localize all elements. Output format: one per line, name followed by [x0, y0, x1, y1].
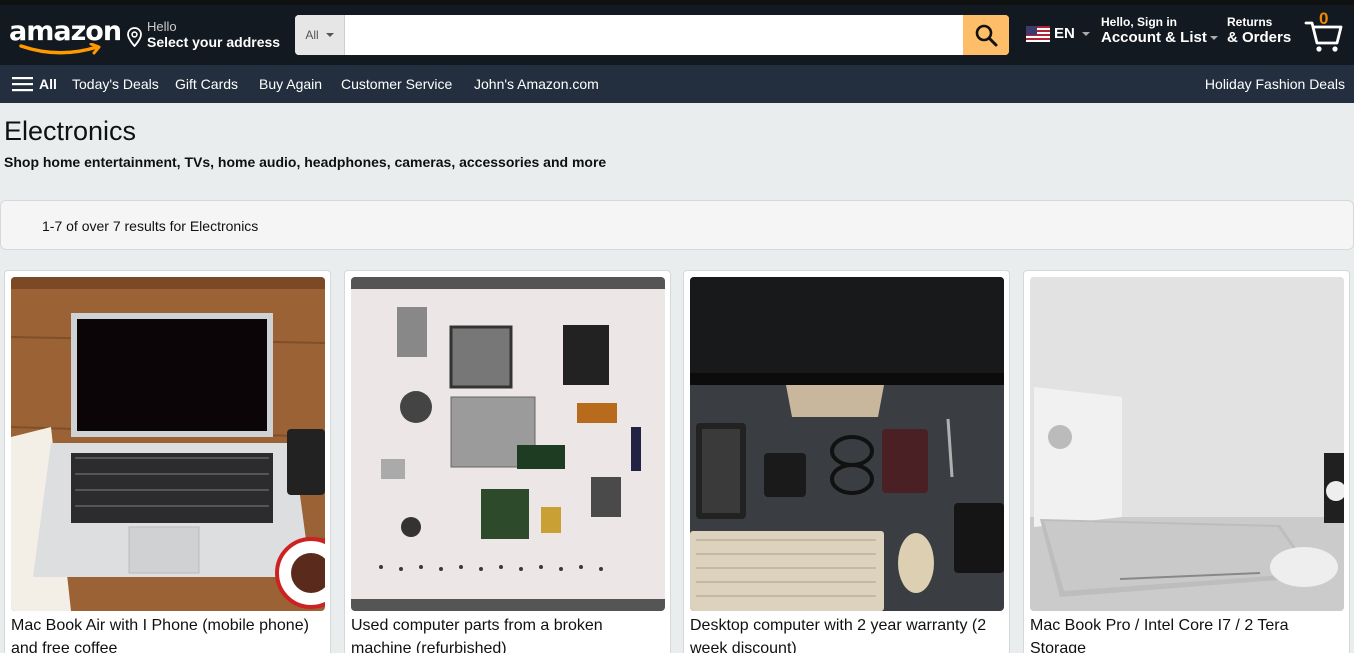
location-pin-icon: [127, 27, 142, 47]
chevron-down-icon: [325, 33, 334, 37]
results-bar: 1-7 of over 7 results for Electronics: [0, 200, 1354, 250]
account-greeting: Hello, Sign in: [1101, 15, 1178, 29]
nav-item-holiday-fashion-deals[interactable]: Holiday Fashion Deals: [1205, 76, 1345, 92]
product-card[interactable]: Desktop computer with 2 year warranty (2…: [683, 270, 1010, 653]
us-flag-icon: [1026, 25, 1050, 42]
product-image[interactable]: [351, 277, 665, 611]
nav-all-label: All: [39, 76, 57, 92]
product-title[interactable]: Desktop computer with 2 year warranty (2…: [690, 614, 1004, 653]
product-title[interactable]: Mac Book Pro / Intel Core I7 / 2 Tera St…: [1030, 614, 1344, 653]
search-bar: All: [295, 15, 1009, 55]
address-select: Select your address: [147, 34, 281, 50]
search-input[interactable]: [345, 15, 963, 55]
chevron-down-icon: [1081, 31, 1090, 36]
product-card[interactable]: Mac Book Pro / Intel Core I7 / 2 Tera St…: [1023, 270, 1350, 653]
language-label: EN: [1054, 25, 1075, 42]
search-button[interactable]: [963, 15, 1009, 55]
results-count: 1-7 of over 7 results for Electronics: [42, 218, 259, 234]
nav-item-buy-again[interactable]: Buy Again: [259, 76, 322, 92]
account-menu[interactable]: Hello, Sign in Account & List: [1101, 15, 1218, 46]
product-title[interactable]: Mac Book Air with I Phone (mobile phone)…: [11, 614, 325, 653]
address-hello: Hello: [147, 19, 177, 34]
orders-label: & Orders: [1227, 29, 1292, 46]
product-card[interactable]: Used computer parts from a broken machin…: [344, 270, 671, 653]
page-title: Electronics: [4, 116, 137, 146]
returns-label: Returns: [1227, 15, 1273, 29]
nav-bar: All Today's Deals Gift Cards Buy Again C…: [0, 65, 1354, 103]
nav-item-customer-service[interactable]: Customer Service: [341, 76, 452, 92]
returns-orders-link[interactable]: Returns & Orders: [1227, 15, 1291, 46]
nav-item-gift-cards[interactable]: Gift Cards: [175, 76, 238, 92]
language-selector[interactable]: EN: [1026, 25, 1090, 42]
nav-item-todays-deals[interactable]: Today's Deals: [72, 76, 159, 92]
product-title[interactable]: Used computer parts from a broken machin…: [351, 614, 665, 653]
search-icon: [975, 24, 998, 47]
cart-button[interactable]: 0: [1304, 9, 1344, 52]
nav-all-menu[interactable]: All: [12, 76, 57, 92]
nav-item-johns-amazon[interactable]: John's Amazon.com: [474, 76, 599, 92]
amazon-logo[interactable]: amazon: [9, 17, 122, 57]
cart-count: 0: [1319, 9, 1329, 28]
search-category-label: All: [305, 28, 319, 42]
page-subtitle: Shop home entertainment, TVs, home audio…: [4, 154, 607, 170]
product-image[interactable]: [1030, 277, 1344, 611]
product-image[interactable]: [690, 277, 1004, 611]
hamburger-menu-icon: [12, 77, 33, 92]
smile-arrow-icon: [19, 43, 101, 55]
chevron-down-icon: [1209, 36, 1218, 41]
account-label: Account & List: [1101, 29, 1207, 46]
header: amazon Hello Select your address All EN: [0, 5, 1354, 65]
product-image[interactable]: [11, 277, 325, 611]
search-category-dropdown[interactable]: All: [295, 15, 345, 55]
product-card[interactable]: Mac Book Air with I Phone (mobile phone)…: [4, 270, 331, 653]
